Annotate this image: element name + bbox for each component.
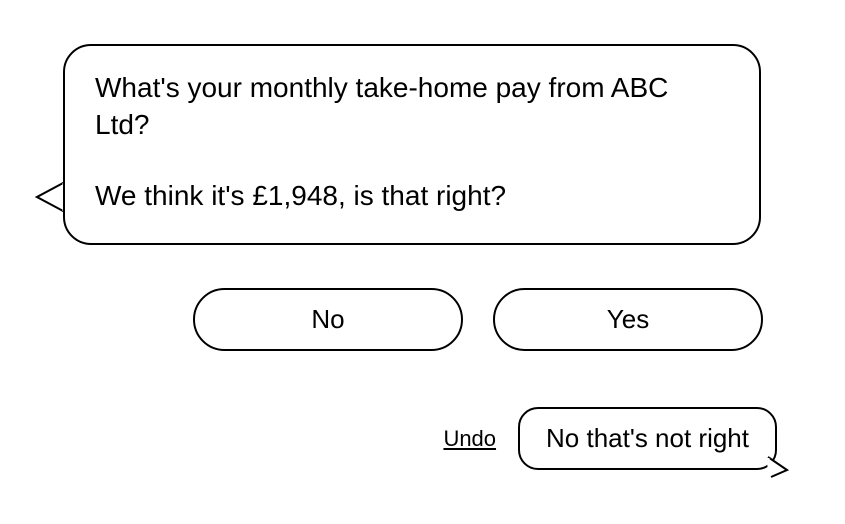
- speech-tail-left-icon: [35, 179, 65, 215]
- user-reply-row: Undo No that's not right: [443, 407, 777, 470]
- speech-tail-right-icon: [767, 454, 789, 476]
- user-reply-text: No that's not right: [546, 423, 749, 453]
- no-button[interactable]: No: [193, 288, 463, 351]
- yes-button[interactable]: Yes: [493, 288, 763, 351]
- options-row: No Yes: [193, 288, 763, 351]
- user-reply-bubble: No that's not right: [518, 407, 777, 470]
- bot-message-bubble: What's your monthly take-home pay from A…: [63, 44, 761, 245]
- bot-message-line-2: We think it's £1,948, is that right?: [95, 178, 729, 215]
- undo-link[interactable]: Undo: [443, 426, 496, 452]
- bot-message-line-1: What's your monthly take-home pay from A…: [95, 70, 729, 144]
